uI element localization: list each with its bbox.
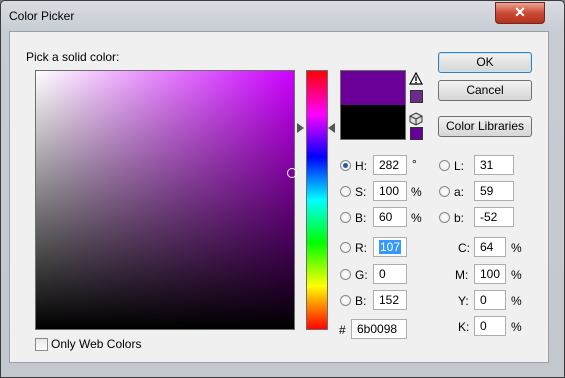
brightness-radio[interactable] xyxy=(340,212,351,223)
cyan-unit: % xyxy=(511,241,522,255)
hue-slider[interactable] xyxy=(306,70,328,330)
window-title: Color Picker xyxy=(9,9,75,23)
hue-slider-left-arrow[interactable] xyxy=(297,123,304,133)
hue-slider-right-arrow[interactable] xyxy=(328,123,335,133)
yellow-label: Y: xyxy=(458,294,469,308)
color-picker-window: Color Picker ✕ Pick a solid color: OK Ca… xyxy=(0,0,565,378)
yellow-unit: % xyxy=(511,294,522,308)
brightness-unit: % xyxy=(411,211,422,225)
blue-field[interactable]: 152 xyxy=(373,290,407,310)
dialog-body: Pick a solid color: OK Cancel Color Libr… xyxy=(9,31,549,363)
black-unit: % xyxy=(511,320,522,334)
out-of-gamut-warning-icon[interactable] xyxy=(408,71,424,85)
hue-field[interactable]: 282 xyxy=(373,155,407,175)
brightness-label: B: xyxy=(355,211,367,225)
lab-a-label: a: xyxy=(454,185,465,199)
yellow-field[interactable]: 0 xyxy=(474,290,506,310)
color-libraries-button[interactable]: Color Libraries xyxy=(438,116,532,137)
magenta-label: M: xyxy=(455,268,469,282)
cyan-field[interactable]: 64 xyxy=(474,237,506,257)
magenta-field[interactable]: 100 xyxy=(474,264,506,284)
color-field-cursor[interactable] xyxy=(287,168,297,178)
lightness-radio[interactable] xyxy=(439,160,450,171)
lab-b-radio[interactable] xyxy=(439,212,450,223)
hex-field[interactable]: 6b0098 xyxy=(351,319,407,339)
web-safe-cube-icon[interactable] xyxy=(409,112,423,126)
brightness-field[interactable]: 60 xyxy=(373,207,407,227)
blue-label: B: xyxy=(355,294,367,308)
hex-label: # xyxy=(339,323,346,337)
black-field[interactable]: 0 xyxy=(474,316,506,336)
gamut-color-swatch[interactable] xyxy=(410,90,423,103)
hue-unit: ° xyxy=(412,157,417,171)
lightness-field[interactable]: 31 xyxy=(474,155,514,175)
close-button[interactable]: ✕ xyxy=(495,2,545,24)
saturation-radio[interactable] xyxy=(340,186,351,197)
current-color-swatch[interactable] xyxy=(341,105,405,139)
cancel-button[interactable]: Cancel xyxy=(438,80,532,101)
lab-a-radio[interactable] xyxy=(439,186,450,197)
only-web-colors-label[interactable]: Only Web Colors xyxy=(51,337,141,351)
red-radio[interactable] xyxy=(340,242,351,253)
blue-radio[interactable] xyxy=(340,295,351,306)
new-color-swatch xyxy=(341,71,405,105)
saturation-label: S: xyxy=(355,185,367,199)
lab-a-field[interactable]: 59 xyxy=(474,181,514,201)
saturation-unit: % xyxy=(411,185,422,199)
color-field[interactable] xyxy=(35,70,297,330)
green-field[interactable]: 0 xyxy=(373,264,407,284)
ok-button[interactable]: OK xyxy=(438,52,532,73)
color-compare-box xyxy=(340,70,406,140)
red-label: R: xyxy=(355,241,367,255)
saturation-field[interactable]: 100 xyxy=(373,181,407,201)
cyan-label: C: xyxy=(458,241,470,255)
green-label: G: xyxy=(355,268,368,282)
lightness-label: L: xyxy=(454,159,465,173)
pick-color-label: Pick a solid color: xyxy=(26,50,120,64)
lab-b-label: b: xyxy=(454,211,465,225)
hue-label: H: xyxy=(355,159,367,173)
web-safe-color-swatch[interactable] xyxy=(410,127,423,140)
red-value-selected: 107 xyxy=(379,240,402,254)
green-radio[interactable] xyxy=(340,269,351,280)
red-field[interactable]: 107 xyxy=(373,237,407,257)
magenta-unit: % xyxy=(511,268,522,282)
only-web-colors-checkbox[interactable] xyxy=(35,338,48,351)
lab-b-field[interactable]: -52 xyxy=(474,207,514,227)
title-bar[interactable]: Color Picker ✕ xyxy=(1,1,564,31)
black-label: K: xyxy=(458,320,470,334)
hue-radio[interactable] xyxy=(340,160,351,171)
